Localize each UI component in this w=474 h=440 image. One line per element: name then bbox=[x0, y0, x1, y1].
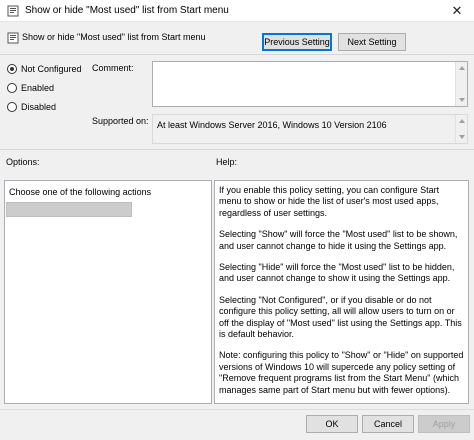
options-dropdown[interactable] bbox=[6, 202, 132, 217]
radio-enabled[interactable]: Enabled bbox=[7, 83, 54, 93]
scroll-up-icon[interactable] bbox=[459, 119, 465, 123]
radio-not-configured[interactable]: Not Configured bbox=[7, 64, 82, 74]
radio-label-disabled: Disabled bbox=[21, 102, 57, 112]
divider bbox=[0, 409, 474, 410]
help-text: If you enable this policy setting, you c… bbox=[219, 185, 464, 406]
scroll-down-icon[interactable] bbox=[459, 98, 465, 102]
help-paragraph: Note: configuring this policy to "Show" … bbox=[219, 350, 464, 395]
help-paragraph: If you enable this policy setting, you c… bbox=[219, 185, 440, 218]
options-label: Options: bbox=[6, 157, 40, 167]
radio-circle[interactable] bbox=[7, 83, 17, 93]
supported-on-label: Supported on: bbox=[92, 116, 149, 126]
scroll-down-icon[interactable] bbox=[459, 135, 465, 139]
supported-on-box: At least Windows Server 2016, Windows 10… bbox=[152, 114, 468, 144]
window-title: Show or hide "Most used" list from Start… bbox=[25, 5, 229, 16]
comment-label: Comment: bbox=[92, 63, 134, 73]
divider bbox=[0, 149, 474, 150]
apply-button[interactable]: Apply bbox=[418, 415, 470, 433]
radio-circle[interactable] bbox=[7, 102, 17, 112]
radio-circle[interactable] bbox=[7, 64, 17, 74]
comment-scrollbar[interactable] bbox=[455, 62, 467, 106]
help-paragraph: Selecting "Show" will force the "Most us… bbox=[219, 229, 458, 251]
next-setting-button[interactable]: Next Setting bbox=[338, 33, 406, 51]
help-label: Help: bbox=[216, 157, 238, 167]
previous-setting-button[interactable]: Previous Setting bbox=[262, 33, 332, 51]
radio-dot bbox=[10, 67, 14, 71]
close-icon[interactable]: ✕ bbox=[440, 0, 474, 22]
help-paragraph: Selecting "Hide" will force the "Most us… bbox=[219, 262, 455, 284]
radio-label-enabled: Enabled bbox=[21, 83, 55, 93]
supported-scrollbar[interactable] bbox=[455, 115, 467, 143]
supported-on-value: At least Windows Server 2016, Windows 10… bbox=[157, 120, 387, 130]
options-instruction: Choose one of the following actions bbox=[9, 187, 152, 197]
ok-button[interactable]: OK bbox=[306, 415, 358, 433]
radio-disabled[interactable]: Disabled bbox=[7, 102, 56, 112]
help-panel: If you enable this policy setting, you c… bbox=[214, 180, 469, 404]
cancel-button[interactable]: Cancel bbox=[362, 415, 414, 433]
scroll-up-icon[interactable] bbox=[459, 66, 465, 70]
help-paragraph: Selecting "Not Configured", or if you di… bbox=[219, 294, 462, 340]
policy-setting-icon bbox=[7, 32, 19, 44]
policy-name: Show or hide "Most used" list from Start… bbox=[22, 32, 206, 42]
policy-window-icon bbox=[7, 5, 19, 17]
title-bar: Show or hide "Most used" list from Start… bbox=[0, 0, 474, 22]
radio-label-not-configured: Not Configured bbox=[21, 64, 82, 74]
divider bbox=[0, 54, 474, 55]
comment-textarea[interactable] bbox=[152, 61, 468, 107]
